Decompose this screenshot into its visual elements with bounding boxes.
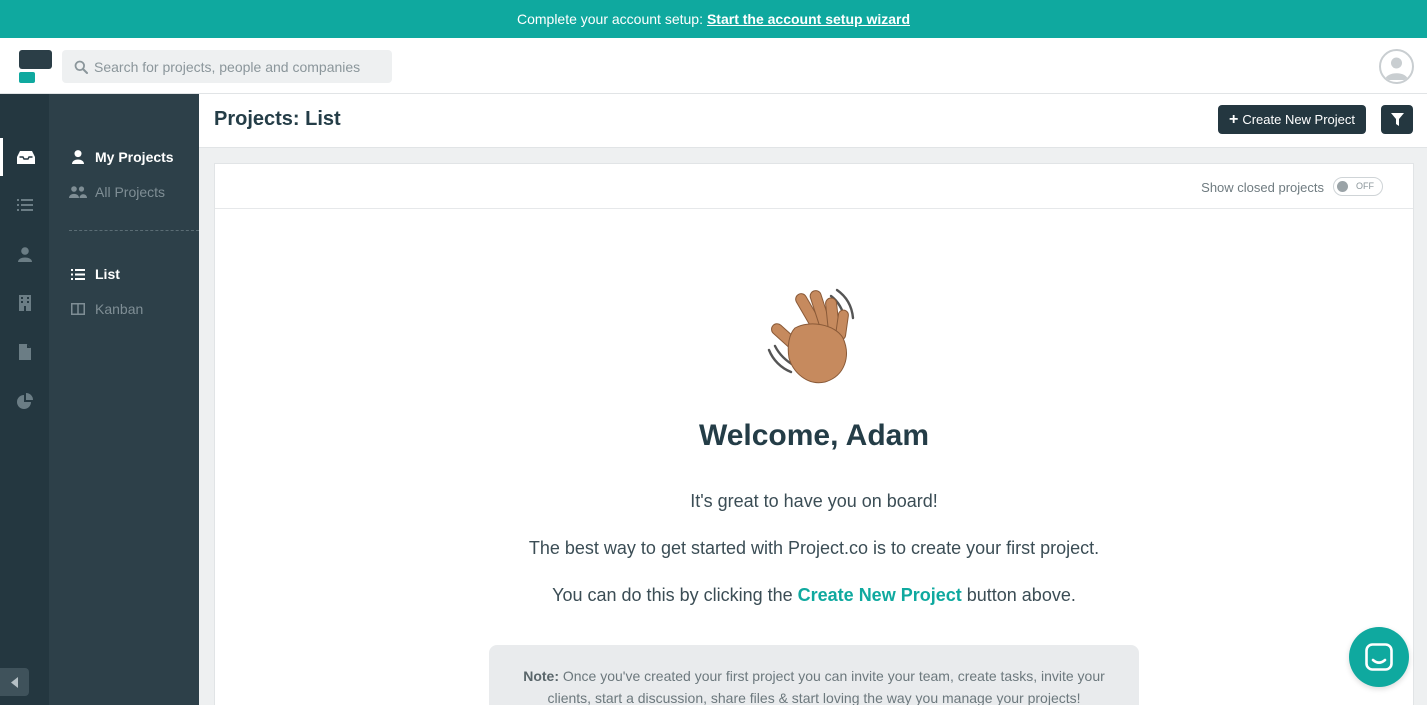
rail-list[interactable]: [0, 186, 49, 224]
create-project-button[interactable]: + Create New Project: [1218, 105, 1366, 134]
chat-icon: [1365, 643, 1393, 671]
setup-note: Note: Once you've created your first pro…: [489, 645, 1139, 705]
subnav-view-list[interactable]: List: [69, 263, 120, 285]
file-icon: [18, 344, 31, 360]
list-icon: [16, 199, 33, 211]
welcome-line-3-after: button above.: [966, 585, 1076, 605]
projects-panel: Show closed projects OFF Welcome, Adam I…: [214, 163, 1414, 705]
setup-wizard-link[interactable]: Start the account setup wizard: [707, 11, 910, 27]
create-project-link[interactable]: Create New Project: [798, 585, 962, 605]
inbox-icon: [17, 150, 35, 164]
list-icon: [71, 268, 85, 280]
main-content: Projects: List + Create New Project Show…: [199, 94, 1427, 705]
subnav-list-label: List: [95, 266, 120, 282]
rail-companies[interactable]: [0, 284, 49, 322]
subnav-kanban-label: Kanban: [95, 301, 144, 317]
show-closed-toggle[interactable]: OFF: [1333, 177, 1383, 196]
user-icon: [72, 150, 84, 164]
user-icon: [17, 246, 32, 262]
columns-icon: [71, 303, 85, 315]
pie-chart-icon: [16, 393, 33, 409]
subnav-my-projects[interactable]: My Projects: [69, 146, 174, 168]
subnav-view-kanban[interactable]: Kanban: [69, 298, 143, 320]
icon-rail: [0, 94, 49, 705]
projects-subnav: My Projects All Projects List Kanban: [49, 94, 199, 705]
search-box[interactable]: [62, 50, 392, 83]
search-input[interactable]: [94, 58, 384, 75]
filter-icon: [1390, 113, 1404, 126]
subnav-my-projects-label: My Projects: [95, 149, 174, 165]
banner-text: Complete your account setup:: [516, 11, 703, 27]
top-bar: [0, 38, 1427, 94]
waving-hand-icon: [767, 288, 855, 384]
subnav-all-projects-label: All Projects: [95, 184, 166, 200]
welcome-section: Welcome, Adam It's great to have you on …: [215, 284, 1413, 605]
note-label: Note:: [523, 668, 559, 684]
caret-left-icon: [11, 676, 18, 688]
toggle-state: OFF: [1356, 181, 1374, 191]
welcome-heading: Welcome, Adam: [698, 419, 930, 452]
collapse-sidebar-button[interactable]: [0, 668, 29, 696]
create-project-label: Create New Project: [1242, 112, 1356, 127]
toggle-knob: [1337, 181, 1348, 192]
welcome-line-3: You can do this by clicking the Create N…: [215, 585, 1413, 605]
plus-icon: +: [1228, 110, 1239, 128]
subnav-all-projects[interactable]: All Projects: [69, 181, 165, 203]
user-avatar[interactable]: [1379, 49, 1414, 84]
rail-inbox[interactable]: [0, 138, 49, 176]
filter-button[interactable]: [1381, 105, 1413, 134]
building-icon: [18, 295, 31, 311]
setup-banner: Complete your account setup: Start the a…: [0, 0, 1427, 38]
rail-people[interactable]: [0, 235, 49, 273]
app-logo[interactable]: [19, 50, 52, 83]
subnav-divider: [69, 230, 199, 231]
users-icon: [69, 186, 87, 198]
rail-reports[interactable]: [0, 382, 49, 420]
search-icon: [74, 60, 88, 74]
page-title: Projects: List: [214, 108, 341, 130]
note-text: Once you've created your first project y…: [547, 668, 1105, 705]
welcome-line-3-before: You can do this by clicking the: [552, 585, 793, 605]
welcome-line-2: The best way to get started with Project…: [528, 538, 1100, 558]
chat-launcher-button[interactable]: [1349, 627, 1409, 687]
rail-files[interactable]: [0, 333, 49, 371]
page-header: Projects: List + Create New Project: [199, 94, 1427, 148]
show-closed-label: Show closed projects: [1201, 180, 1324, 195]
panel-toolbar: Show closed projects OFF: [215, 164, 1413, 209]
welcome-line-1: It's great to have you on board!: [690, 491, 938, 511]
